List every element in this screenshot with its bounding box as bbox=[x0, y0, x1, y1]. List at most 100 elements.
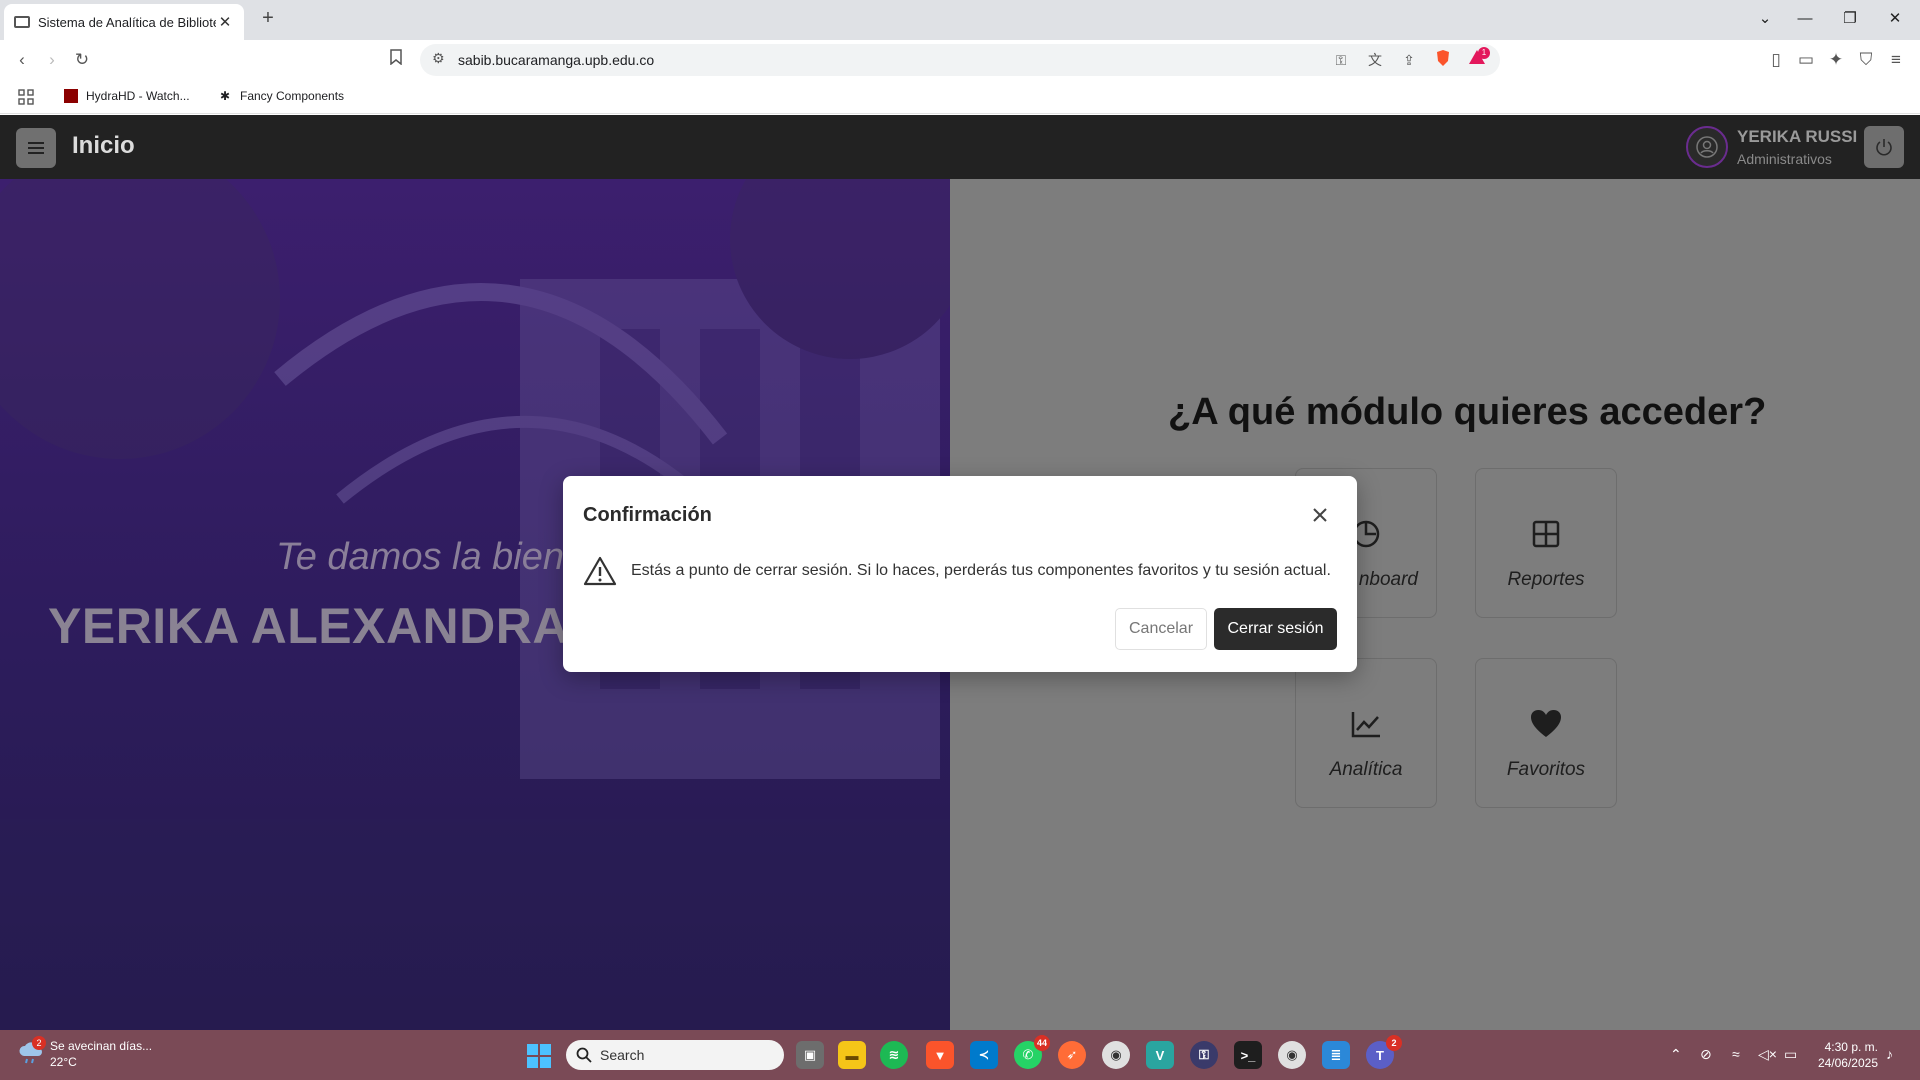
module-question: ¿A qué módulo quieres acceder? bbox=[1168, 391, 1767, 433]
user-name: YERIKA RUSSI bbox=[1737, 127, 1858, 146]
warning-icon bbox=[583, 556, 617, 586]
user-icon bbox=[1696, 136, 1718, 158]
dialog-message: Estás a punto de cerrar sesión. Si lo ha… bbox=[631, 562, 1331, 579]
bookmark-fancy-components[interactable]: ✱ Fancy Components bbox=[218, 89, 344, 103]
task-view-icon[interactable]: ▣ bbox=[796, 1041, 824, 1069]
tray-overflow-icon[interactable]: ⌃ bbox=[1670, 1046, 1682, 1063]
close-icon bbox=[1313, 508, 1327, 522]
menu-icon[interactable]: ≡ bbox=[1884, 48, 1908, 72]
pgadmin-icon[interactable]: ◉ bbox=[1102, 1041, 1130, 1069]
user-role: Administrativos bbox=[1737, 151, 1832, 167]
terminal-icon[interactable]: >_ bbox=[1234, 1041, 1262, 1069]
rewards-badge: 1 bbox=[1478, 47, 1490, 59]
close-window-button[interactable]: ✕ bbox=[1880, 6, 1910, 32]
translate-icon[interactable]: 文 bbox=[1364, 49, 1386, 71]
module-label: Analítica bbox=[1329, 759, 1403, 780]
vpn-icon[interactable]: ⛉ bbox=[1854, 48, 1878, 72]
weather-badge: 2 bbox=[32, 1036, 46, 1050]
wifi-icon[interactable]: ≈ bbox=[1732, 1046, 1740, 1062]
tab-title: Sistema de Analítica de Bibliotec bbox=[38, 14, 216, 30]
bookmarks-bar: HydraHD - Watch... ✱ Fancy Components bbox=[0, 80, 1920, 114]
weather-text: Se avecinan días... bbox=[50, 1039, 153, 1053]
site-info-icon[interactable]: ⚙ bbox=[432, 50, 445, 67]
grid-icon bbox=[1532, 520, 1560, 548]
heart-icon bbox=[1531, 710, 1561, 737]
close-dialog-button[interactable] bbox=[1303, 498, 1337, 532]
minimize-button[interactable]: — bbox=[1790, 6, 1820, 32]
module-card-favoritos[interactable]: Favoritos bbox=[1475, 658, 1617, 808]
windows-icon bbox=[527, 1044, 551, 1068]
taskbar-search[interactable]: Search bbox=[566, 1040, 784, 1070]
back-icon[interactable]: ‹ bbox=[10, 48, 34, 72]
system-clock[interactable]: 4:30 p. m. 24/06/2025 bbox=[1808, 1039, 1878, 1071]
power-icon bbox=[1876, 139, 1892, 156]
share-icon[interactable]: ⇪ bbox=[1398, 49, 1420, 71]
spotify-icon[interactable]: ≋ bbox=[880, 1041, 908, 1069]
apps-grid-icon[interactable] bbox=[18, 89, 34, 105]
search-icon bbox=[576, 1047, 592, 1063]
bookmark-label: Fancy Components bbox=[240, 89, 345, 103]
weather-icon: 2 bbox=[18, 1036, 46, 1066]
postman-icon[interactable]: ➶ bbox=[1058, 1041, 1086, 1069]
visual-studio-icon[interactable]: V bbox=[1146, 1041, 1174, 1069]
new-tab-button[interactable]: + bbox=[256, 6, 280, 30]
module-label: Favoritos bbox=[1506, 759, 1586, 780]
notepad-icon[interactable]: ≣ bbox=[1322, 1041, 1350, 1069]
browser-tab[interactable]: Sistema de Analítica de Bibliotec ✕ bbox=[4, 4, 244, 40]
logout-confirmation-dialog: Confirmación Estás a punto de cerrar ses… bbox=[563, 476, 1357, 672]
leo-ai-icon[interactable]: ✦ bbox=[1824, 48, 1848, 72]
chart-icon bbox=[1351, 712, 1380, 738]
user-fullname: YERIKA ALEXANDRA R bbox=[48, 598, 619, 654]
teams-badge: 2 bbox=[1386, 1035, 1402, 1051]
bookmark-label: HydraHD - Watch... bbox=[86, 89, 190, 103]
hamburger-menu-button[interactable] bbox=[16, 128, 56, 168]
teams-icon[interactable]: T 2 bbox=[1366, 1035, 1402, 1069]
app-header: Inicio YERIKA RUSSI Administrativos bbox=[0, 115, 1920, 179]
cancel-button[interactable]: Cancelar bbox=[1115, 608, 1207, 650]
bookmark-hydrahd[interactable]: HydraHD - Watch... bbox=[64, 89, 190, 103]
database-app-icon[interactable]: ◉ bbox=[1278, 1041, 1306, 1069]
notification-bell-icon[interactable]: ♪ bbox=[1886, 1046, 1893, 1062]
tab-search-icon[interactable]: ⌄ bbox=[1750, 6, 1780, 32]
notifications-off-icon[interactable]: ⊘ bbox=[1700, 1046, 1712, 1063]
logout-button[interactable] bbox=[1864, 126, 1904, 168]
brave-browser-icon[interactable]: ▼ bbox=[926, 1041, 954, 1069]
weather-widget[interactable]: 2 Se avecinan días... 22°C bbox=[18, 1036, 153, 1070]
clock-date: 24/06/2025 bbox=[1817, 1056, 1878, 1070]
dialog-title: Confirmación bbox=[583, 504, 712, 526]
sidebar-icon[interactable]: ▯ bbox=[1764, 48, 1788, 72]
restore-button[interactable]: ❐ bbox=[1835, 6, 1865, 32]
file-explorer-icon[interactable]: ▬ bbox=[838, 1041, 866, 1069]
address-bar[interactable]: ⚙ sabib.bucaramanga.upb.edu.co ⚿ 文 ⇪ 1 bbox=[420, 44, 1500, 76]
site-favicon-icon bbox=[14, 16, 30, 28]
wallet-icon[interactable]: ▭ bbox=[1794, 48, 1818, 72]
page-title: Inicio bbox=[72, 132, 135, 159]
battery-icon[interactable]: ▭ bbox=[1784, 1046, 1797, 1063]
bookmark-icon[interactable] bbox=[384, 48, 408, 72]
start-button[interactable] bbox=[526, 1043, 552, 1074]
forward-icon[interactable]: › bbox=[40, 48, 64, 72]
url-text: sabib.bucaramanga.upb.edu.co bbox=[458, 52, 655, 68]
volume-muted-icon[interactable]: ◁× bbox=[1758, 1046, 1777, 1063]
clock-time: 4:30 p. m. bbox=[1824, 1040, 1878, 1054]
hydrahd-icon bbox=[64, 89, 78, 103]
windows-taskbar: 2 Se avecinan días... 22°C Search ▣ ▬ ≋ … bbox=[0, 1030, 1920, 1080]
vpn-lock-icon[interactable]: ⚿ bbox=[1190, 1041, 1218, 1069]
close-tab-icon[interactable]: ✕ bbox=[216, 13, 234, 31]
whatsapp-icon[interactable]: ✆ 44 bbox=[1014, 1035, 1050, 1069]
vscode-icon[interactable]: ≺ bbox=[970, 1041, 998, 1069]
module-card-analitica[interactable]: Analítica bbox=[1295, 658, 1437, 808]
browser-tabbar: Sistema de Analítica de Bibliotec ✕ + ⌄ … bbox=[0, 0, 1920, 40]
whatsapp-badge: 44 bbox=[1033, 1035, 1050, 1051]
module-label: Reportes bbox=[1507, 569, 1585, 590]
avatar[interactable] bbox=[1686, 126, 1728, 168]
reload-icon[interactable]: ↻ bbox=[70, 48, 94, 72]
brave-shields-icon[interactable] bbox=[1432, 49, 1454, 71]
search-placeholder: Search bbox=[600, 1047, 645, 1063]
hamburger-icon bbox=[28, 142, 44, 154]
brave-rewards-icon[interactable]: 1 bbox=[1466, 47, 1490, 71]
temperature: 22°C bbox=[50, 1055, 77, 1069]
module-card-reportes[interactable]: Reportes bbox=[1475, 468, 1617, 618]
key-icon[interactable]: ⚿ bbox=[1330, 49, 1352, 71]
confirm-logout-button[interactable]: Cerrar sesión bbox=[1214, 608, 1337, 650]
